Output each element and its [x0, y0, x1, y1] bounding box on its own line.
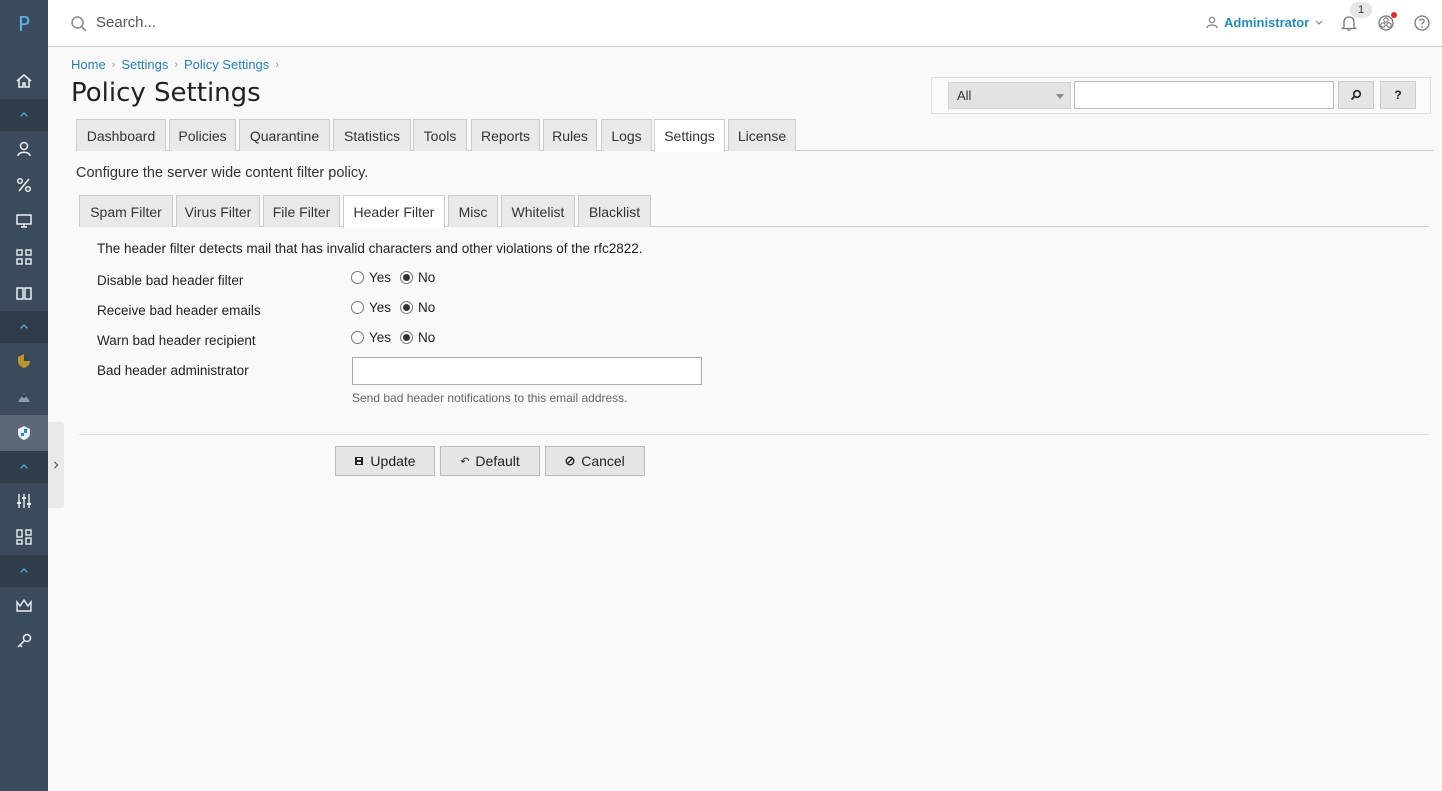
radio-yes-label: Yes	[369, 330, 392, 345]
page-title: Policy Settings	[71, 78, 261, 108]
subtab-misc[interactable]: Misc	[448, 195, 498, 227]
save-icon	[355, 457, 364, 465]
search-panel-input[interactable]	[1074, 81, 1334, 109]
cancel-button[interactable]: Cancel	[545, 446, 645, 476]
collapse-section-icon[interactable]	[0, 451, 48, 483]
warn-recipient-no-radio[interactable]	[400, 331, 414, 344]
percent-icon[interactable]	[0, 167, 48, 203]
search-help-button[interactable]: ?	[1380, 81, 1416, 109]
key-icon[interactable]	[0, 623, 48, 659]
collapse-section-icon[interactable]	[0, 99, 48, 131]
search-scope-value: All	[957, 88, 972, 103]
tab-quarantine[interactable]: Quarantine	[239, 119, 330, 151]
bug-icon[interactable]	[0, 379, 48, 415]
update-button[interactable]: Update	[335, 446, 435, 476]
default-button[interactable]: ↶ Default	[440, 446, 540, 476]
update-label: Update	[370, 453, 416, 469]
grid-icon[interactable]	[0, 239, 48, 275]
form-divider	[79, 434, 1429, 435]
receive-emails-label: Receive bad header emails	[97, 303, 261, 318]
form-description: The header filter detects mail that has …	[97, 241, 643, 256]
admin-email-hint: Send bad header notifications to this em…	[352, 391, 628, 405]
main-tabs: Dashboard Policies Quarantine Statistics…	[76, 119, 1434, 152]
warn-recipient-radios: Yes No	[351, 330, 444, 345]
shield-blue-icon[interactable]	[0, 415, 48, 451]
search-icon[interactable]	[70, 15, 88, 36]
user-icon[interactable]	[0, 131, 48, 167]
user-name: Administrator	[1224, 15, 1310, 30]
cancel-label: Cancel	[581, 453, 625, 469]
default-label: Default	[475, 453, 520, 469]
tab-reports[interactable]: Reports	[471, 119, 540, 151]
collapse-section-icon[interactable]	[0, 555, 48, 587]
tab-license[interactable]: License	[728, 119, 796, 151]
sliders-icon[interactable]	[0, 483, 48, 519]
undo-icon: ↶	[460, 455, 470, 468]
radio-no-label: No	[418, 270, 436, 285]
collapse-section-icon[interactable]	[0, 311, 48, 343]
subtab-file-filter[interactable]: File Filter	[263, 195, 340, 227]
admin-email-input[interactable]	[352, 357, 702, 385]
chevron-down-icon	[1315, 20, 1323, 25]
receive-emails-no-radio[interactable]	[400, 301, 414, 314]
user-icon	[1206, 16, 1218, 29]
tab-statistics[interactable]: Statistics	[333, 119, 411, 151]
cancel-icon	[565, 456, 575, 466]
user-menu[interactable]: Administrator	[1206, 15, 1323, 30]
tab-tools[interactable]: Tools	[413, 119, 467, 151]
radio-yes-label: Yes	[369, 300, 392, 315]
alert-dot	[1391, 12, 1397, 18]
tab-policies[interactable]: Policies	[169, 119, 236, 151]
shield-gold-icon[interactable]	[0, 343, 48, 379]
book-icon[interactable]	[0, 275, 48, 311]
app-logo[interactable]: P	[0, 12, 48, 36]
magnifier-icon	[1350, 89, 1362, 101]
chevron-right-icon: ›	[275, 58, 279, 71]
chevron-right-icon: ›	[174, 58, 179, 71]
search-scope-select[interactable]: All	[948, 82, 1071, 109]
search-panel: All ?	[931, 77, 1431, 114]
breadcrumb-policy-settings[interactable]: Policy Settings	[184, 57, 269, 72]
subtab-whitelist[interactable]: Whitelist	[501, 195, 575, 227]
breadcrumb-settings[interactable]: Settings	[121, 57, 168, 72]
subtab-spam-filter[interactable]: Spam Filter	[79, 195, 173, 227]
crown-icon[interactable]	[0, 587, 48, 623]
tab-logs[interactable]: Logs	[601, 119, 652, 151]
breadcrumb-home[interactable]: Home	[71, 57, 106, 72]
tab-dashboard[interactable]: Dashboard	[76, 119, 166, 151]
sidebar-expand-toggle[interactable]	[48, 422, 64, 508]
disable-filter-no-radio[interactable]	[400, 271, 414, 284]
page-description: Configure the server wide content filter…	[76, 165, 369, 181]
chevron-right-icon	[54, 461, 59, 469]
help-icon[interactable]	[1413, 14, 1431, 35]
home-icon[interactable]	[0, 63, 48, 99]
receive-emails-radios: Yes No	[351, 300, 444, 315]
tab-rules[interactable]: Rules	[543, 119, 597, 151]
top-bar: Search... Administrator 1	[48, 0, 1442, 47]
disable-filter-label: Disable bad header filter	[97, 273, 244, 288]
widgets-icon[interactable]	[0, 519, 48, 555]
radio-yes-label: Yes	[369, 270, 392, 285]
caret-down-icon	[1056, 94, 1064, 99]
sidebar: P	[0, 0, 48, 791]
chevron-right-icon: ›	[111, 58, 116, 71]
admin-label: Bad header administrator	[97, 363, 249, 378]
search-go-button[interactable]	[1338, 81, 1374, 109]
breadcrumb: Home › Settings › Policy Settings ›	[71, 57, 279, 72]
disable-filter-yes-radio[interactable]	[351, 271, 364, 284]
radio-no-label: No	[418, 330, 436, 345]
tab-settings[interactable]: Settings	[654, 119, 725, 152]
global-search-input[interactable]: Search...	[96, 14, 156, 31]
monitor-icon[interactable]	[0, 203, 48, 239]
warn-recipient-yes-radio[interactable]	[351, 331, 364, 344]
sub-tabs: Spam Filter Virus Filter File Filter Hea…	[79, 195, 1429, 228]
disable-filter-radios: Yes No	[351, 270, 444, 285]
warn-recipient-label: Warn bad header recipient	[97, 333, 256, 348]
subtab-header-filter[interactable]: Header Filter	[343, 195, 445, 228]
receive-emails-yes-radio[interactable]	[351, 301, 364, 314]
subtab-blacklist[interactable]: Blacklist	[578, 195, 651, 227]
subtab-virus-filter[interactable]: Virus Filter	[176, 195, 260, 227]
bell-icon[interactable]	[1340, 14, 1358, 35]
radio-no-label: No	[418, 300, 436, 315]
